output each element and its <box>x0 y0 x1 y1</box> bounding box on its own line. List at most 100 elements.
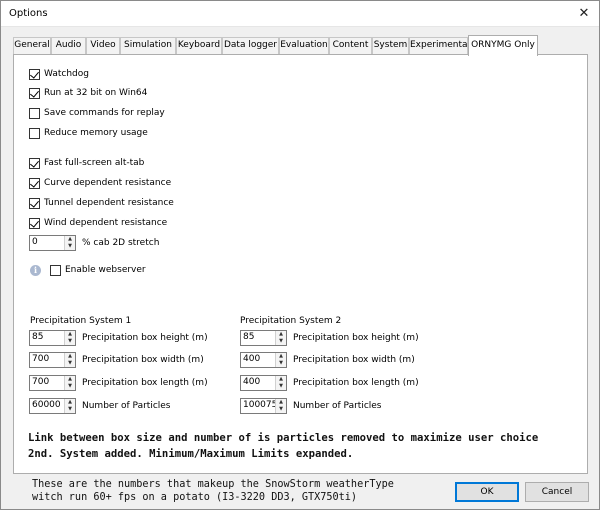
tab-evaluation[interactable]: Evaluation <box>279 37 329 54</box>
info-icon: i <box>30 265 41 276</box>
chevron-down-icon[interactable]: ▼ <box>276 406 286 413</box>
tab-simulation[interactable]: Simulation <box>120 37 176 54</box>
chevron-down-icon[interactable]: ▼ <box>65 383 75 390</box>
precip2-width-value: 400 <box>243 354 261 364</box>
close-icon[interactable]: ✕ <box>569 1 599 27</box>
stepper-arrows[interactable]: ▲ ▼ <box>64 399 75 413</box>
chevron-up-icon[interactable]: ▲ <box>276 399 286 406</box>
annotation-line: These are the numbers that makeup the Sn… <box>32 479 394 490</box>
chevron-down-icon[interactable]: ▼ <box>65 406 75 413</box>
tab-system[interactable]: System <box>372 37 409 54</box>
watchdog-checkbox[interactable] <box>29 68 40 80</box>
annotation-line: witch run 60+ fps on a potato (I3-3220 D… <box>32 492 358 503</box>
precip2-length-stepper[interactable]: 400 ▲ ▼ <box>240 375 287 391</box>
tab-general[interactable]: General <box>13 37 51 54</box>
reduce-memory-label: Reduce memory usage <box>44 128 148 138</box>
chevron-down-icon[interactable]: ▼ <box>276 360 286 367</box>
chevron-up-icon[interactable]: ▲ <box>276 331 286 338</box>
annotation-line: Link between box size and number of is p… <box>28 432 539 444</box>
curve-resistance-checkbox[interactable] <box>29 177 40 189</box>
chevron-down-icon[interactable]: ▼ <box>276 383 286 390</box>
stepper-arrows[interactable]: ▲ ▼ <box>275 376 286 390</box>
wind-resistance-option[interactable]: Wind dependent resistance <box>29 215 167 231</box>
ok-button[interactable]: OK <box>455 482 519 502</box>
title-bar: Options ✕ <box>1 1 599 27</box>
wind-resistance-checkbox[interactable] <box>29 217 40 229</box>
precip1-width-value: 700 <box>32 354 50 364</box>
precip1-length-label: Precipitation box length (m) <box>82 378 208 388</box>
tunnel-resistance-option[interactable]: Tunnel dependent resistance <box>29 195 174 211</box>
precip1-width-label: Precipitation box width (m) <box>82 355 204 365</box>
watchdog-option[interactable]: Watchdog <box>29 66 89 82</box>
save-commands-label: Save commands for replay <box>44 108 165 118</box>
cab-stretch-value: 0 <box>32 237 38 247</box>
precip2-length-value: 400 <box>243 377 261 387</box>
run32-option[interactable]: Run at 32 bit on Win64 <box>29 85 147 101</box>
precip1-length-value: 700 <box>32 377 50 387</box>
fast-alt-tab-checkbox[interactable] <box>29 157 40 169</box>
reduce-memory-checkbox[interactable] <box>29 127 40 139</box>
chevron-down-icon[interactable]: ▼ <box>65 338 75 345</box>
stepper-arrows[interactable]: ▲ ▼ <box>64 353 75 367</box>
precip1-length-stepper[interactable]: 700 ▲ ▼ <box>29 375 76 391</box>
chevron-up-icon[interactable]: ▲ <box>65 353 75 360</box>
precip1-particles-stepper[interactable]: 60000 ▲ ▼ <box>29 398 76 414</box>
stepper-arrows[interactable]: ▲ ▼ <box>275 399 286 413</box>
precip2-height-stepper[interactable]: 85 ▲ ▼ <box>240 330 287 346</box>
webserver-label: Enable webserver <box>65 265 146 275</box>
webserver-option[interactable]: Enable webserver <box>50 262 146 278</box>
chevron-down-icon[interactable]: ▼ <box>276 338 286 345</box>
cab-stretch-label: % cab 2D stretch <box>82 238 160 248</box>
tab-keyboard[interactable]: Keyboard <box>176 37 222 54</box>
precip1-height-label: Precipitation box height (m) <box>82 333 208 343</box>
tab-experimental[interactable]: Experimental <box>409 37 470 54</box>
chevron-up-icon[interactable]: ▲ <box>276 376 286 383</box>
tab-video[interactable]: Video <box>86 37 120 54</box>
fast-alt-tab-label: Fast full-screen alt-tab <box>44 158 145 168</box>
tab-panel: Watchdog Run at 32 bit on Win64 Save com… <box>13 54 588 474</box>
run32-checkbox[interactable] <box>29 87 40 99</box>
chevron-down-icon[interactable]: ▼ <box>65 360 75 367</box>
tab-data-logger[interactable]: Data logger <box>222 37 279 54</box>
precip1-width-stepper[interactable]: 700 ▲ ▼ <box>29 352 76 368</box>
chevron-up-icon[interactable]: ▲ <box>65 399 75 406</box>
annotation-note-2: These are the numbers that makeup the Sn… <box>32 478 394 504</box>
precip2-title: Precipitation System 2 <box>240 316 342 326</box>
reduce-memory-option[interactable]: Reduce memory usage <box>29 125 148 141</box>
precip2-height-label: Precipitation box height (m) <box>293 333 419 343</box>
chevron-up-icon[interactable]: ▲ <box>276 353 286 360</box>
options-window: Options ✕ General Audio Video Simulation… <box>0 0 600 510</box>
precip2-particles-stepper[interactable]: 100075 ▲ ▼ <box>240 398 287 414</box>
precip1-title: Precipitation System 1 <box>30 316 132 326</box>
curve-resistance-label: Curve dependent resistance <box>44 178 172 188</box>
stepper-arrows[interactable]: ▲ ▼ <box>64 331 75 345</box>
save-commands-option[interactable]: Save commands for replay <box>29 105 165 121</box>
stepper-arrows[interactable]: ▲ ▼ <box>275 331 286 345</box>
precip1-height-value: 85 <box>32 332 44 342</box>
precip2-length-label: Precipitation box length (m) <box>293 378 419 388</box>
chevron-down-icon[interactable]: ▼ <box>65 243 75 250</box>
precip2-width-stepper[interactable]: 400 ▲ ▼ <box>240 352 287 368</box>
tab-audio[interactable]: Audio <box>51 37 86 54</box>
cab-stretch-stepper[interactable]: 0 ▲ ▼ <box>29 235 76 251</box>
stepper-arrows[interactable]: ▲ ▼ <box>64 236 75 250</box>
precip2-particles-value: 100075 <box>243 400 278 410</box>
fast-alt-tab-option[interactable]: Fast full-screen alt-tab <box>29 155 144 171</box>
stepper-arrows[interactable]: ▲ ▼ <box>275 353 286 367</box>
tab-ornymg-only[interactable]: ORNYMG Only <box>468 35 538 56</box>
run32-label: Run at 32 bit on Win64 <box>44 88 148 98</box>
cancel-button[interactable]: Cancel <box>525 482 589 502</box>
precip1-height-stepper[interactable]: 85 ▲ ▼ <box>29 330 76 346</box>
wind-resistance-label: Wind dependent resistance <box>44 218 168 228</box>
chevron-up-icon[interactable]: ▲ <box>65 331 75 338</box>
chevron-up-icon[interactable]: ▲ <box>65 376 75 383</box>
tab-content[interactable]: Content <box>329 37 372 54</box>
chevron-up-icon[interactable]: ▲ <box>65 236 75 243</box>
webserver-checkbox[interactable] <box>50 264 61 276</box>
tunnel-resistance-checkbox[interactable] <box>29 197 40 209</box>
save-commands-checkbox[interactable] <box>29 107 40 119</box>
curve-resistance-option[interactable]: Curve dependent resistance <box>29 175 171 191</box>
annotation-line: 2nd. System added. Minimum/Maximum Limit… <box>28 448 354 460</box>
stepper-arrows[interactable]: ▲ ▼ <box>64 376 75 390</box>
precip2-height-value: 85 <box>243 332 255 342</box>
